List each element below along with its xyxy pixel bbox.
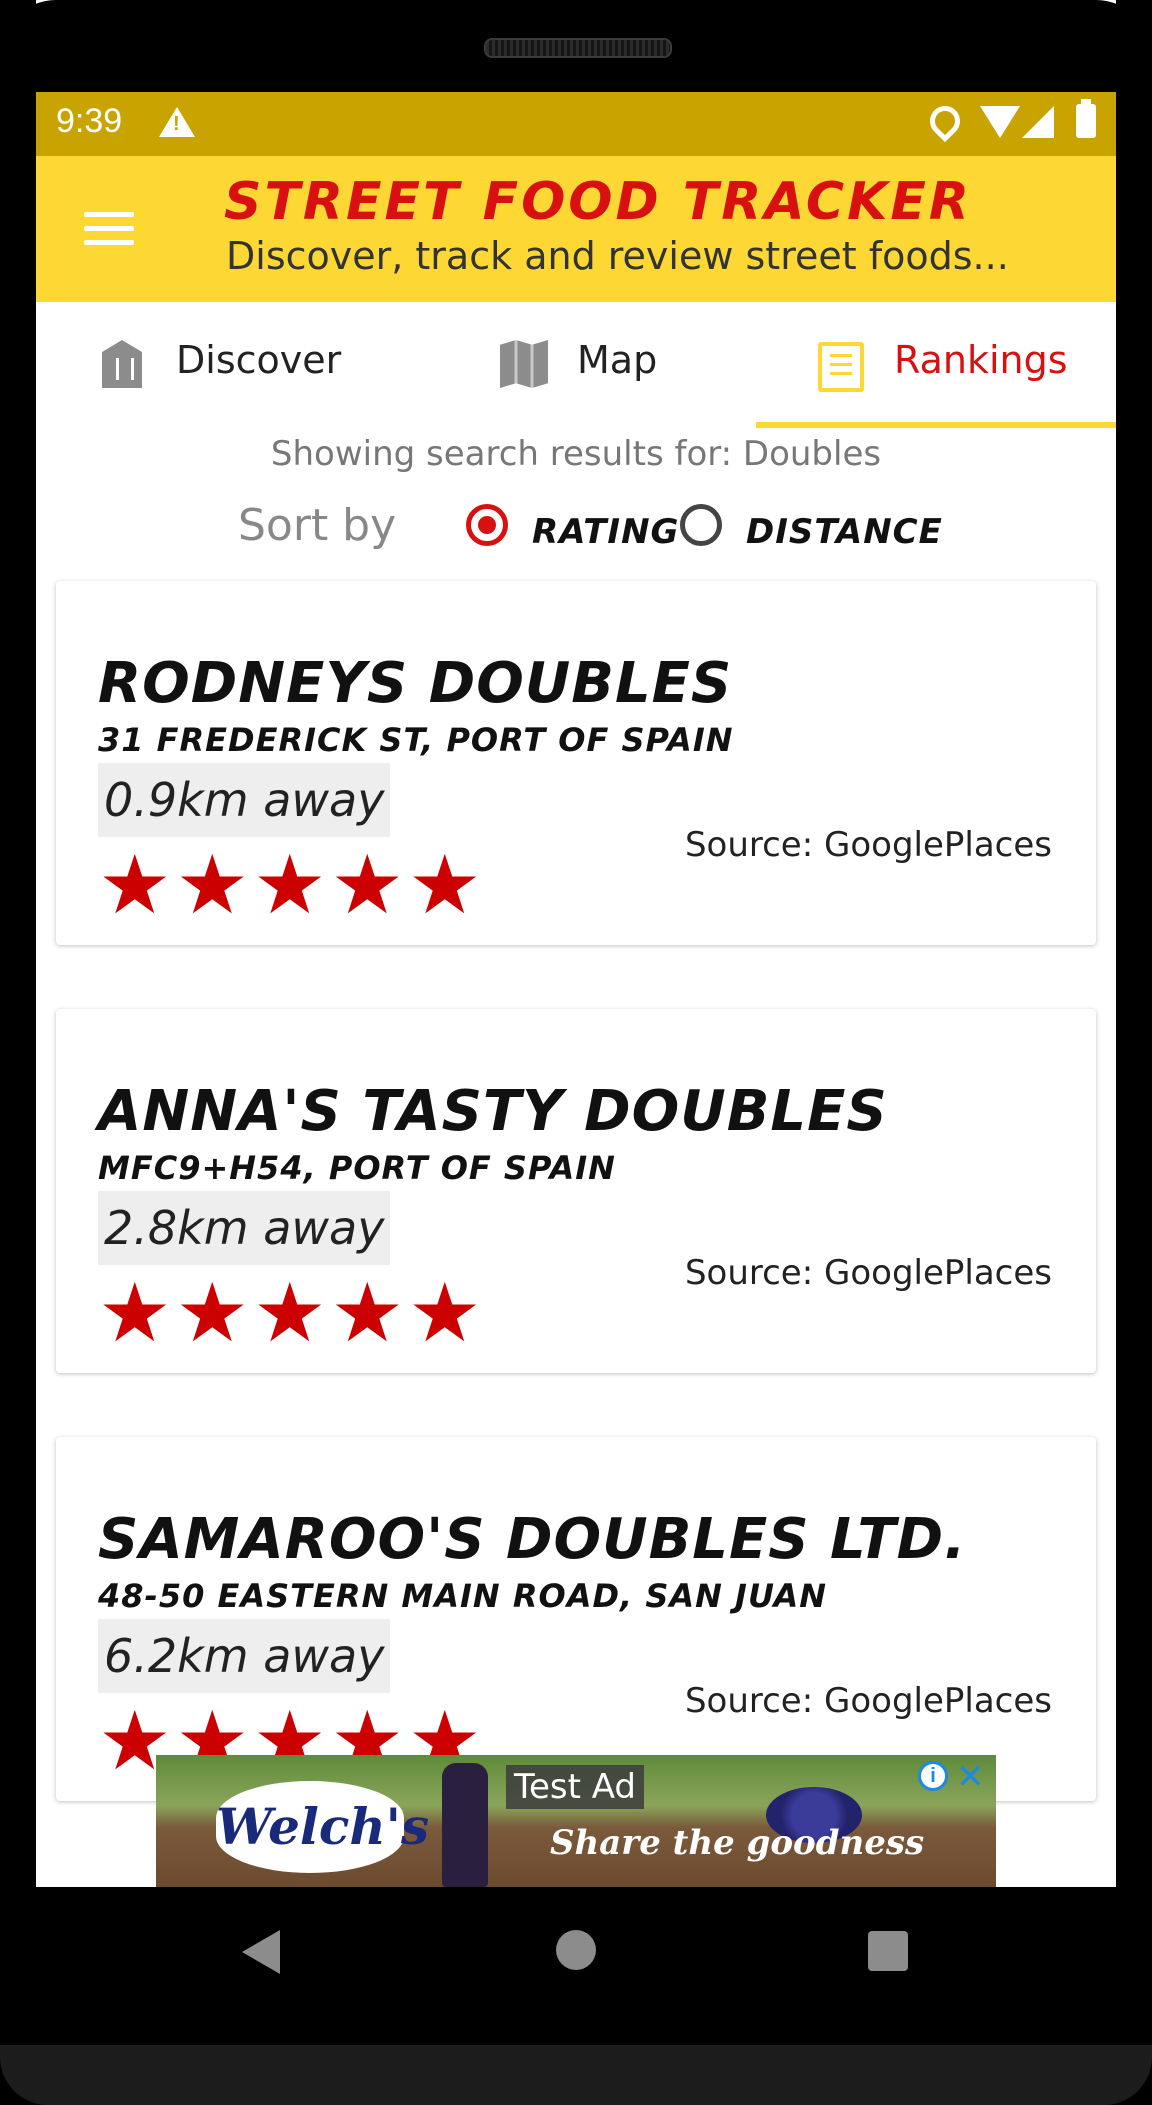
- result-star-rating: ★★★★★: [98, 1266, 486, 1361]
- result-distance: 2.8km away: [98, 1191, 391, 1265]
- device-frame-top: [0, 0, 1152, 92]
- tab-map-label: Map: [577, 338, 658, 382]
- ad-tagline: Share the goodness: [550, 1823, 925, 1863]
- sort-rating-label[interactable]: RATING: [532, 512, 679, 552]
- tab-map[interactable]: Map: [36, 302, 756, 426]
- location-icon: [923, 99, 967, 143]
- juice-bottle-image: [442, 1763, 488, 1887]
- test-ad-label: Test Ad: [506, 1765, 645, 1809]
- ad-close-icon[interactable]: ✕: [956, 1757, 985, 1797]
- result-card[interactable]: ANNA'S TASTY DOUBLES MFC9+H54, PORT OF S…: [56, 1009, 1096, 1373]
- result-card[interactable]: RODNEYS DOUBLES 31 FREDERICK ST, PORT OF…: [56, 581, 1096, 945]
- app-subtitle: Discover, track and review street foods.…: [226, 234, 1009, 278]
- cell-signal-icon: [1022, 106, 1054, 138]
- device-frame-left: [0, 0, 36, 2105]
- sort-rating-radio[interactable]: [466, 504, 508, 546]
- wifi-icon: [980, 106, 1020, 138]
- result-distance: 6.2km away: [98, 1619, 391, 1693]
- home-icon[interactable]: [556, 1930, 596, 1970]
- recents-icon[interactable]: [868, 1931, 908, 1971]
- tab-selected-indicator: [756, 422, 1116, 428]
- device-frame-bottom: [0, 2045, 1152, 2105]
- result-name: ANNA'S TASTY DOUBLES: [98, 1079, 888, 1144]
- search-caption: Showing search results for: Doubles: [270, 434, 882, 474]
- result-name: RODNEYS DOUBLES: [98, 651, 733, 716]
- tab-rankings[interactable]: Rankings: [756, 302, 1116, 426]
- ad-brand-logo: Welch's: [216, 1781, 429, 1873]
- map-icon: [500, 340, 548, 388]
- ad-banner[interactable]: Welch's Test Ad Share the goodness i ✕: [156, 1755, 996, 1887]
- sort-distance-radio[interactable]: [680, 504, 722, 546]
- result-address: 48-50 EASTERN MAIN ROAD, SAN JUAN: [98, 1577, 828, 1615]
- result-name: SAMAROO'S DOUBLES LTD.: [98, 1507, 967, 1572]
- result-card[interactable]: SAMAROO'S DOUBLES LTD. 48-50 EASTERN MAI…: [56, 1437, 1096, 1801]
- result-source: Source: GooglePlaces: [684, 1681, 1052, 1721]
- status-time: 9:39: [56, 102, 123, 140]
- result-address: MFC9+H54, PORT OF SPAIN: [98, 1149, 616, 1187]
- status-bar: 9:39: [36, 92, 1116, 156]
- result-source: Source: GooglePlaces: [684, 1253, 1052, 1293]
- speaker-grille: [484, 38, 672, 58]
- result-distance: 0.9km away: [98, 763, 391, 837]
- result-address: 31 FREDERICK ST, PORT OF SPAIN: [98, 721, 734, 759]
- warning-icon: [159, 107, 195, 137]
- menu-icon[interactable]: [84, 212, 134, 246]
- device-frame-right: [1116, 0, 1152, 2105]
- result-star-rating: ★★★★★: [98, 838, 486, 933]
- back-icon[interactable]: [242, 1930, 280, 1974]
- sort-by-label: Sort by: [238, 500, 397, 551]
- tab-bar: Discover Map Rankings: [36, 302, 1116, 430]
- list-icon: [818, 342, 864, 392]
- battery-icon: [1076, 99, 1096, 138]
- result-source: Source: GooglePlaces: [684, 825, 1052, 865]
- tab-rankings-label: Rankings: [894, 338, 1068, 382]
- app-header: STREET FOOD TRACKER Discover, track and …: [36, 156, 1116, 302]
- app-title: STREET FOOD TRACKER: [224, 172, 972, 232]
- sort-distance-label[interactable]: DISTANCE: [746, 512, 943, 552]
- ad-info-icon[interactable]: i: [918, 1761, 948, 1791]
